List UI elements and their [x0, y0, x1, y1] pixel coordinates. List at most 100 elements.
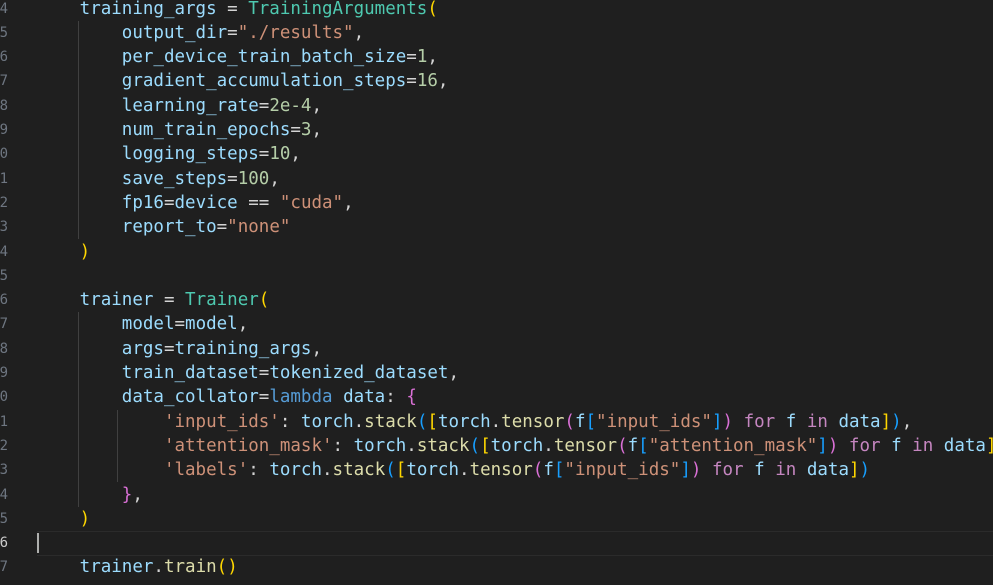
code-token: , — [437, 71, 449, 92]
code-token: [ — [553, 460, 565, 481]
code-line[interactable]: trainer = Trainer( — [38, 288, 270, 312]
code-token: = — [406, 71, 417, 92]
code-token: 1 — [416, 47, 428, 68]
code-token: , — [237, 314, 249, 335]
code-token: 2e-4 — [269, 95, 312, 116]
code-token: trainer — [79, 290, 154, 311]
line-number: 9 — [0, 365, 8, 381]
code-token: ] — [849, 460, 860, 481]
code-token: . — [406, 435, 417, 456]
code-token: = — [153, 290, 186, 311]
code-token: logging_steps — [121, 144, 259, 165]
code-token: . — [490, 411, 502, 432]
code-token: ] — [680, 460, 691, 481]
code-token: 'input_ids' — [163, 411, 280, 432]
code-token: ( — [385, 460, 396, 481]
code-token: stack — [416, 435, 470, 456]
code-line[interactable]: training_args = TrainingArguments( — [38, 0, 438, 21]
code-token: ( — [427, 0, 438, 19]
line-number: 5 — [0, 24, 8, 41]
code-line[interactable]: per_device_train_batch_size=1, — [38, 45, 438, 69]
code-token: . — [459, 460, 470, 481]
code-line[interactable]: ) — [38, 507, 91, 531]
code-token: ) — [891, 411, 902, 432]
code-token: == — [237, 192, 280, 213]
code-token: trainer — [79, 557, 154, 578]
code-editor[interactable]: 4 5 6 7 8 9 0 1 2 3 4 5 6 7 8 9 0 1 2 3 4 5 6 7 training_args =… — [0, 0, 993, 585]
code-line[interactable]: gradient_accumulation_steps=16, — [38, 69, 449, 93]
code-token: = — [258, 144, 270, 165]
code-line[interactable]: report_to="none" — [38, 215, 291, 239]
code-line[interactable]: save_steps=100, — [38, 167, 280, 191]
code-token: f — [785, 411, 797, 432]
code-token: 16 — [416, 71, 438, 92]
code-token: 10 — [269, 144, 291, 165]
code-line[interactable]: 'input_ids': torch.stack([torch.tensor(f… — [38, 410, 912, 434]
code-line[interactable]: }, — [38, 483, 143, 507]
code-token: training_args — [174, 338, 312, 359]
code-token: "none" — [227, 217, 291, 238]
code-token: = — [227, 22, 238, 43]
code-token: ] — [711, 411, 723, 432]
code-token: for — [743, 411, 776, 432]
code-token: tokenized_dataset — [269, 363, 449, 383]
code-token: torch — [406, 460, 460, 481]
code-line[interactable]: num_train_epochs=3, — [38, 118, 322, 142]
code-line[interactable]: model=model, — [38, 312, 249, 336]
line-number: 2 — [0, 194, 8, 211]
code-token: tensor — [553, 435, 618, 456]
code-line[interactable]: train_dataset=tokenized_dataset, — [38, 361, 459, 385]
code-line[interactable]: learning_rate=2e-4, — [38, 94, 322, 118]
code-line[interactable]: ) — [38, 240, 91, 264]
code-token: ( — [617, 435, 628, 456]
code-line[interactable]: 'attention_mask': torch.stack([torch.ten… — [38, 434, 993, 458]
code-token: torch — [437, 411, 491, 432]
line-number: 8 — [0, 340, 8, 357]
code-token: ( — [469, 435, 481, 456]
code-line[interactable]: logging_steps=10, — [38, 142, 301, 166]
code-token: for — [711, 460, 744, 481]
text-cursor — [37, 533, 39, 554]
code-token: f — [627, 435, 639, 456]
code-line[interactable]: args=training_args, — [38, 337, 322, 361]
code-token: = — [163, 338, 175, 359]
line-number: 7 — [0, 73, 8, 90]
code-token: "input_ids" — [596, 411, 712, 432]
code-token: = — [216, 217, 228, 238]
code-token: 'attention_mask' — [163, 435, 333, 456]
code-token: : — [385, 387, 407, 408]
code-token: "./results" — [237, 22, 354, 43]
code-token: stack — [332, 460, 386, 481]
code-token: data — [943, 435, 986, 456]
code-token: [ — [638, 435, 649, 456]
code-token: = — [216, 0, 249, 19]
code-token: = — [227, 168, 238, 189]
code-line[interactable]: trainer.train() — [38, 555, 238, 579]
code-token: ) — [722, 411, 734, 432]
line-number: 6 — [0, 535, 8, 552]
code-line[interactable]: fp16=device == "cuda", — [38, 191, 354, 215]
code-line[interactable]: data_collator=lambda data: { — [38, 385, 417, 409]
code-token: torch — [269, 460, 322, 481]
code-token: f — [574, 411, 586, 432]
code-token: ) — [690, 460, 702, 481]
code-line[interactable]: 'labels': torch.stack([torch.tensor(f["i… — [38, 458, 870, 482]
code-token: [ — [395, 460, 407, 481]
code-line[interactable]: output_dir="./results", — [38, 21, 364, 45]
line-number: 9 — [0, 122, 8, 138]
